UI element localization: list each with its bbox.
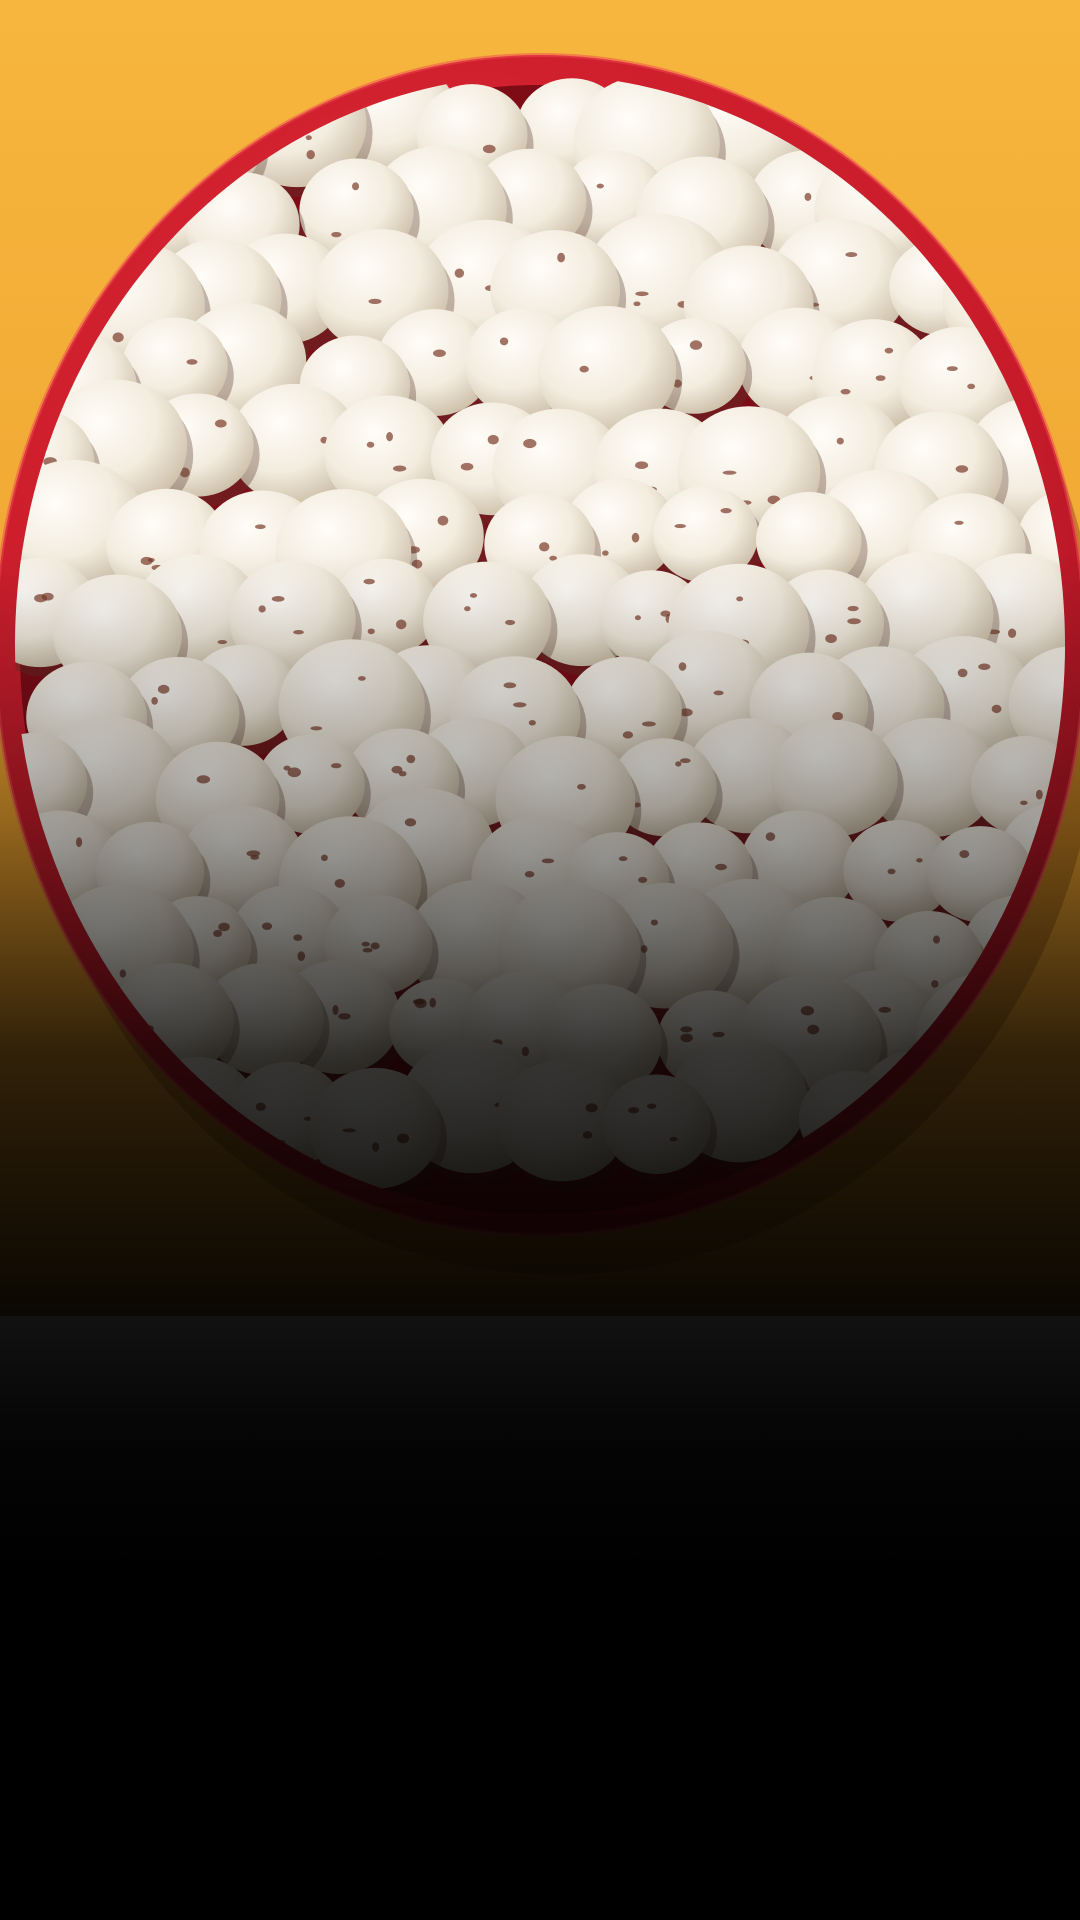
story-stage [0, 0, 1080, 1920]
dark-gradient-overlay [0, 0, 1080, 1316]
makhana-bowl-photo [0, 0, 1080, 1316]
hero-photo [0, 0, 1080, 1316]
bottom-dark-band [0, 1316, 1080, 1920]
